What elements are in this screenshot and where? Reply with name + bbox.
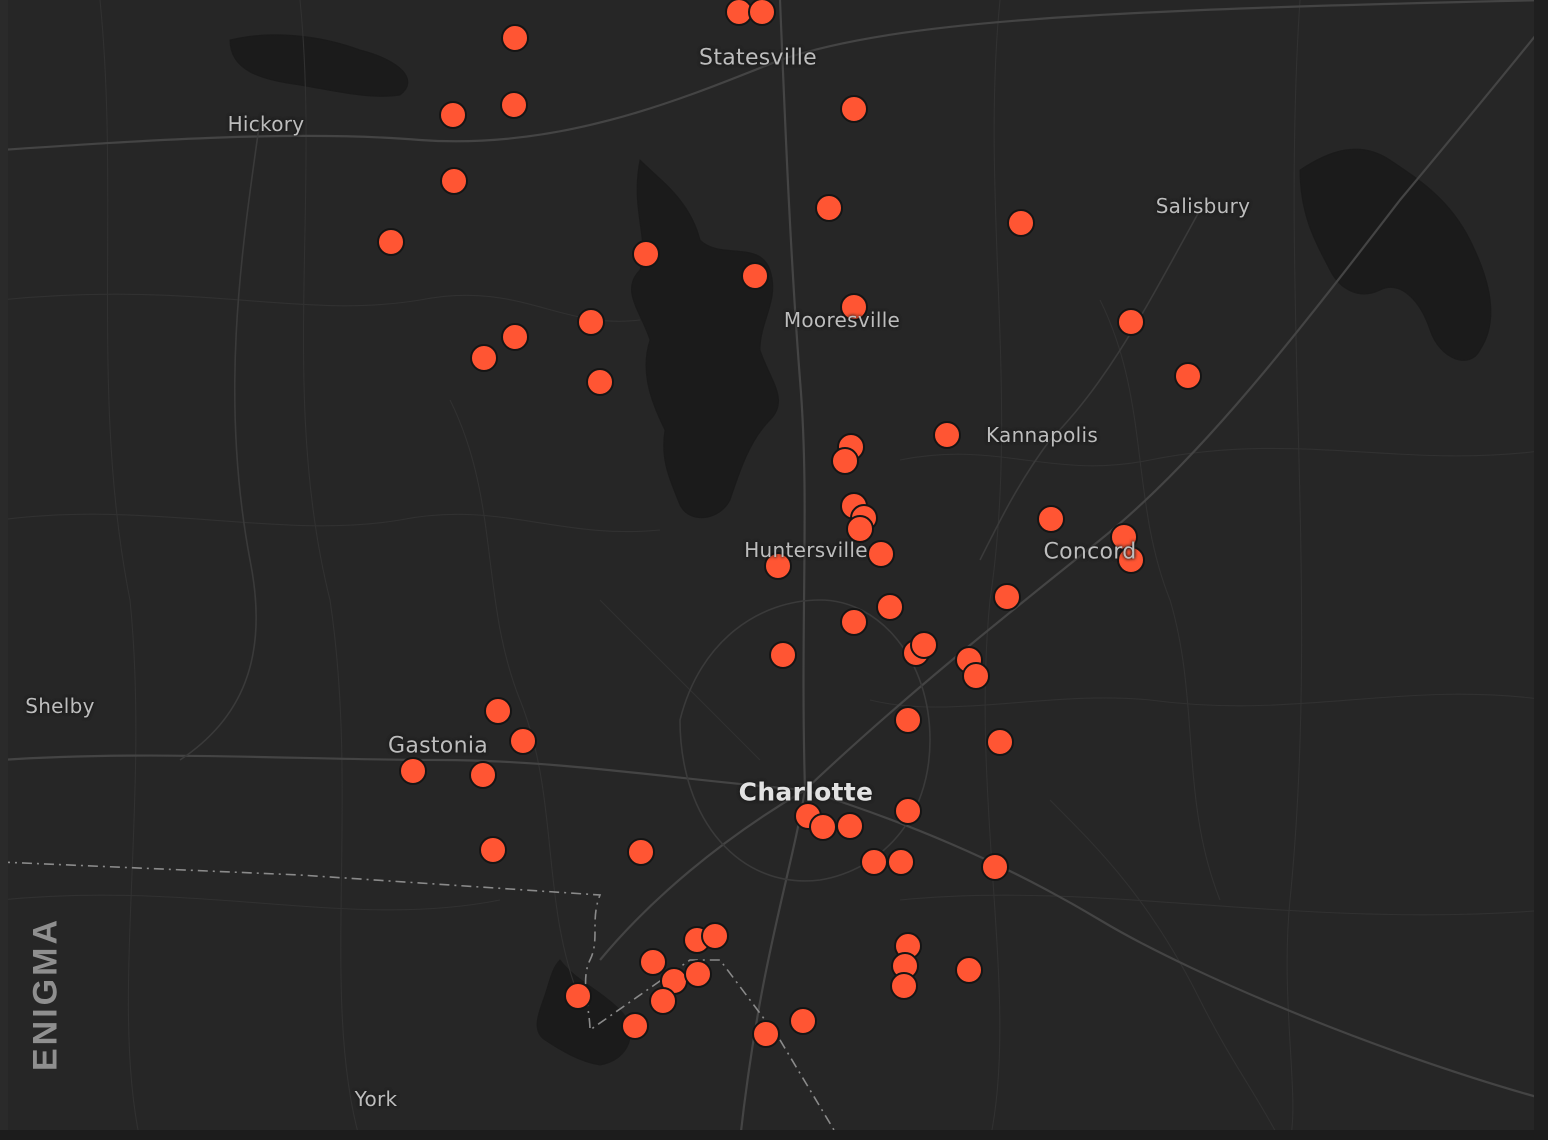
location-marker[interactable] — [981, 853, 1009, 881]
location-marker[interactable] — [500, 91, 528, 119]
location-marker[interactable] — [840, 95, 868, 123]
location-marker[interactable] — [586, 368, 614, 396]
location-marker[interactable] — [1037, 505, 1065, 533]
location-marker[interactable] — [1117, 308, 1145, 336]
location-marker[interactable] — [639, 948, 667, 976]
location-marker[interactable] — [479, 836, 507, 864]
location-marker[interactable] — [962, 662, 990, 690]
location-marker[interactable] — [840, 608, 868, 636]
city-label-kannapolis: Kannapolis — [985, 423, 1099, 447]
location-marker[interactable] — [684, 960, 712, 988]
location-marker[interactable] — [501, 323, 529, 351]
location-marker[interactable] — [564, 982, 592, 1010]
map-canvas[interactable]: Statesville Hickory Salisbury Mooresville Ka… — [0, 0, 1548, 1140]
location-marker[interactable] — [470, 344, 498, 372]
location-marker[interactable] — [484, 697, 512, 725]
location-marker[interactable] — [769, 641, 797, 669]
lake-hickory — [229, 34, 409, 97]
location-marker[interactable] — [910, 631, 938, 659]
location-marker[interactable] — [621, 1012, 649, 1040]
location-marker[interactable] — [836, 812, 864, 840]
city-label-shelby: Shelby — [25, 694, 95, 718]
location-marker[interactable] — [933, 421, 961, 449]
location-marker[interactable] — [1007, 209, 1035, 237]
location-marker[interactable] — [1174, 362, 1202, 390]
location-marker[interactable] — [894, 797, 922, 825]
location-marker[interactable] — [649, 987, 677, 1015]
location-marker[interactable] — [701, 922, 729, 950]
high-rock-lake — [1299, 148, 1492, 361]
location-marker[interactable] — [993, 583, 1021, 611]
lake-norman — [630, 158, 780, 519]
map-bottom-edge — [0, 1130, 1548, 1140]
location-marker[interactable] — [377, 228, 405, 256]
map-base-layer — [0, 0, 1548, 1140]
location-marker[interactable] — [501, 24, 529, 52]
city-label-hickory: Hickory — [227, 112, 305, 136]
location-marker[interactable] — [752, 1020, 780, 1048]
location-marker[interactable] — [815, 194, 843, 222]
location-marker[interactable] — [955, 956, 983, 984]
map-right-edge — [1534, 0, 1548, 1140]
location-marker[interactable] — [876, 593, 904, 621]
city-label-york: York — [354, 1087, 398, 1111]
location-marker[interactable] — [894, 706, 922, 734]
location-marker[interactable] — [399, 757, 427, 785]
location-marker[interactable] — [627, 838, 655, 866]
city-label-huntersville: Huntersville — [744, 538, 868, 562]
location-marker[interactable] — [890, 972, 918, 1000]
location-marker[interactable] — [469, 761, 497, 789]
location-marker[interactable] — [789, 1007, 817, 1035]
location-marker[interactable] — [831, 447, 859, 475]
city-label-salisbury: Salisbury — [1155, 194, 1251, 218]
location-marker[interactable] — [986, 728, 1014, 756]
location-marker[interactable] — [809, 813, 837, 841]
location-marker[interactable] — [860, 848, 888, 876]
location-marker[interactable] — [748, 0, 776, 26]
location-marker[interactable] — [577, 308, 605, 336]
map-left-edge — [0, 0, 8, 1140]
location-marker[interactable] — [867, 540, 895, 568]
location-marker[interactable] — [439, 101, 467, 129]
location-marker[interactable] — [440, 167, 468, 195]
city-label-statesville: Statesville — [699, 45, 817, 71]
lake-wylie — [536, 959, 631, 1066]
city-label-charlotte: Charlotte — [738, 777, 874, 807]
location-marker[interactable] — [887, 848, 915, 876]
state-border — [0, 861, 841, 1140]
location-marker[interactable] — [509, 727, 537, 755]
location-marker[interactable] — [632, 240, 660, 268]
location-marker[interactable] — [741, 262, 769, 290]
location-markers — [377, 0, 1202, 1048]
city-label-gastonia: Gastonia — [387, 733, 489, 759]
city-label-mooresville: Mooresville — [783, 308, 901, 332]
city-label-concord: Concord — [1043, 539, 1137, 565]
enigma-logo: ENIGMA — [26, 917, 65, 1071]
